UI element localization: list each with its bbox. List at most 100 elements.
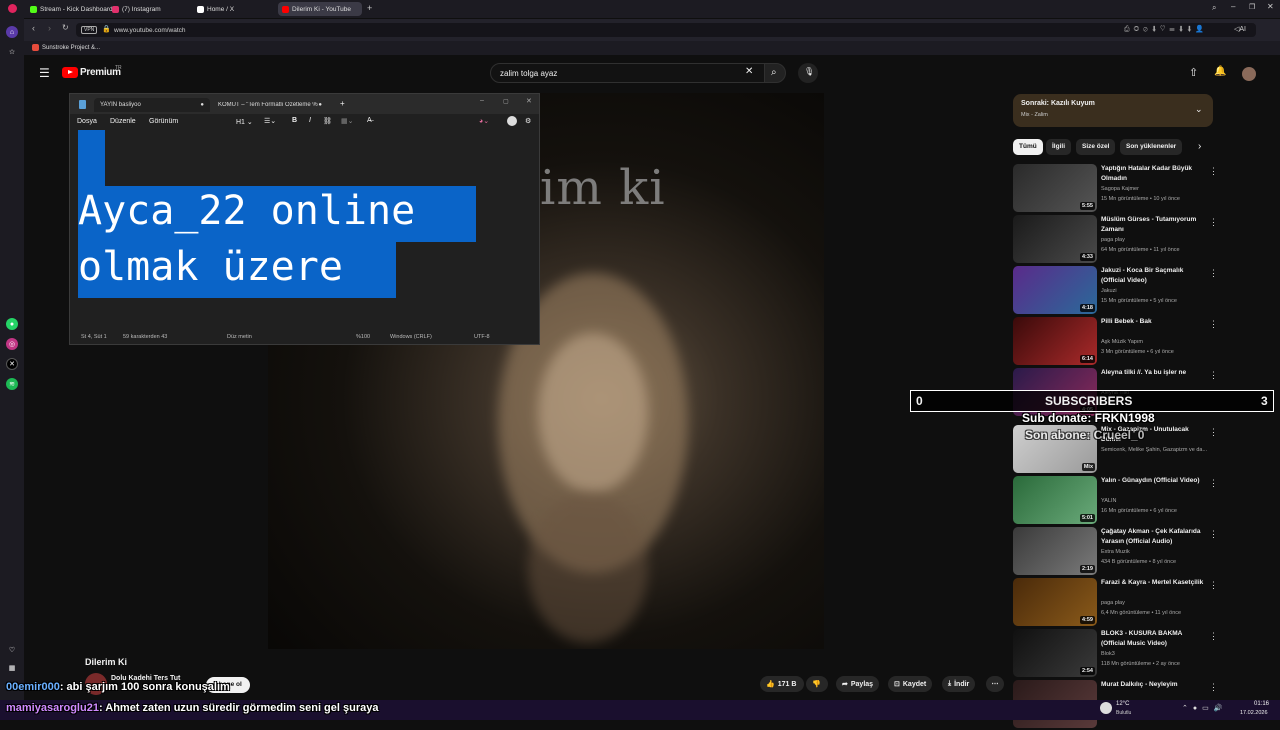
rec-item[interactable]: 5:01 Yalın - Günaydın (Official Video) YAL… bbox=[1013, 476, 1218, 526]
line-ending[interactable]: Windows (CRLF) bbox=[390, 334, 432, 340]
back-icon[interactable]: ‹ bbox=[32, 23, 35, 33]
menu-file[interactable]: Dosya bbox=[77, 118, 97, 125]
extension-icon[interactable]: ▦ bbox=[6, 662, 18, 674]
rec-title[interactable]: Murat Dalkılıç - Neyleyim bbox=[1101, 680, 1205, 690]
clear-search-icon[interactable]: ✕ bbox=[745, 66, 753, 77]
copilot-icon[interactable]: ◕⌄ bbox=[479, 117, 489, 125]
kebab-menu-icon[interactable]: ⋮ bbox=[1209, 631, 1218, 642]
kebab-menu-icon[interactable]: ⋮ bbox=[1209, 268, 1218, 279]
heading-select[interactable]: H1 ⌄ bbox=[236, 118, 253, 126]
rec-channel[interactable]: Extra Muzik bbox=[1101, 549, 1130, 555]
kebab-menu-icon[interactable]: ⋮ bbox=[1209, 217, 1218, 228]
kebab-menu-icon[interactable]: ⋮ bbox=[1209, 478, 1218, 489]
rec-title[interactable]: Farazi & Kayra - Mertel Kasetçilik bbox=[1101, 578, 1205, 588]
url-bar[interactable]: VPN 🔒 www.youtube.com/watch ⎙◎⊘⬇♡☰⬇⬇👤 ◁A… bbox=[76, 23, 1256, 37]
chip-all[interactable]: Tümü bbox=[1013, 139, 1043, 155]
dislike-button[interactable]: 👎 bbox=[806, 676, 828, 692]
close-window-icon[interactable]: ✕ bbox=[1267, 2, 1274, 11]
rec-channel[interactable]: Blok3 bbox=[1101, 651, 1115, 657]
rec-thumbnail[interactable]: 5:01 bbox=[1013, 476, 1097, 524]
share-button[interactable]: ➦ Paylaş bbox=[836, 676, 880, 692]
lock-icon[interactable]: 🔒 bbox=[102, 25, 111, 33]
rec-title[interactable]: BLOK3 - KUSURA BAKMA (Official Music Vid… bbox=[1101, 629, 1205, 648]
rec-item[interactable]: 4:18 Jakuzi - Koca Bir Saçmalık (Official… bbox=[1013, 266, 1218, 316]
kebab-menu-icon[interactable]: ⋮ bbox=[1209, 166, 1218, 177]
new-tab-icon[interactable]: + bbox=[340, 99, 345, 108]
rec-item[interactable]: 4:59 Farazi & Kayra - Mertel Kasetçilik pa… bbox=[1013, 578, 1218, 628]
rec-channel[interactable]: paga play bbox=[1101, 237, 1125, 243]
rec-channel[interactable]: Sagopa Kajmer bbox=[1101, 186, 1139, 192]
italic-icon[interactable]: I bbox=[309, 117, 311, 124]
rec-thumbnail[interactable]: 4:33 bbox=[1013, 215, 1097, 263]
tab-kick[interactable]: Stream - Kick Dashboard bbox=[26, 2, 117, 16]
rec-title[interactable]: Yalın - Günaydın (Official Video) bbox=[1101, 476, 1205, 486]
kebab-menu-icon[interactable]: ⋮ bbox=[1209, 580, 1218, 591]
home-icon[interactable]: ⌂ bbox=[6, 26, 18, 38]
kebab-menu-icon[interactable]: ⋮ bbox=[1209, 370, 1218, 381]
save-button[interactable]: ⊡ Kaydet bbox=[888, 676, 933, 692]
kebab-menu-icon[interactable]: ⋮ bbox=[1209, 682, 1218, 693]
link-icon[interactable]: ⛓ bbox=[323, 117, 332, 125]
weather-icon[interactable] bbox=[1100, 702, 1112, 714]
reload-icon[interactable]: ↻ bbox=[62, 23, 69, 32]
download-button[interactable]: ⤓ İndir bbox=[942, 676, 976, 692]
bookmark-sunstroke[interactable]: Sunstroke Project &... bbox=[32, 44, 100, 51]
text-mode[interactable]: Düz metin bbox=[227, 334, 252, 340]
chip-for-you[interactable]: Size özel bbox=[1076, 139, 1116, 155]
instagram-side-icon[interactable]: ◎ bbox=[6, 338, 18, 350]
kebab-menu-icon[interactable]: ⋮ bbox=[1209, 319, 1218, 330]
notepad-tab-active[interactable]: YAYIN basliyoo ● bbox=[94, 98, 210, 112]
rec-title[interactable]: Aleyna tilki //. Ya bu işler ne bbox=[1101, 368, 1205, 378]
chip-recent[interactable]: Son yüklenenler bbox=[1120, 139, 1183, 155]
youtube-logo-icon[interactable] bbox=[62, 67, 78, 78]
menu-view[interactable]: Görünüm bbox=[149, 118, 178, 125]
more-actions-button[interactable]: ⋯ bbox=[986, 676, 1004, 692]
rec-thumbnail[interactable]: 6:14 bbox=[1013, 317, 1097, 365]
opera-logo-icon[interactable] bbox=[8, 4, 17, 13]
x-side-icon[interactable]: ✕ bbox=[6, 358, 18, 370]
rec-channel[interactable]: Aşk Müzik Yapım bbox=[1101, 339, 1143, 345]
rec-thumbnail[interactable]: 2:19 bbox=[1013, 527, 1097, 575]
search-tabs-icon[interactable]: ⌕ bbox=[1212, 3, 1216, 13]
clear-format-icon[interactable]: A̶ bbox=[367, 117, 372, 124]
zoom-level[interactable]: %100 bbox=[356, 334, 370, 340]
notifications-icon[interactable]: 🔔 bbox=[1214, 66, 1226, 77]
search-input[interactable]: zalim tolga ayaz bbox=[490, 63, 765, 83]
notepad-window[interactable]: YAYIN basliyoo ● KOMUT – "Tem Formatlı Öz… bbox=[69, 93, 540, 345]
rec-title[interactable]: Çağatay Akman - Çek Kafalarıda Yarasın (… bbox=[1101, 527, 1205, 546]
ai-button[interactable]: ◁AI bbox=[1234, 25, 1246, 33]
rec-title[interactable]: Pilli Bebek - Bak bbox=[1101, 317, 1205, 327]
clock-date[interactable]: 17.02.2026 bbox=[1240, 710, 1268, 716]
minimize-icon[interactable]: – bbox=[1231, 2, 1235, 11]
rec-thumbnail[interactable]: 4:18 bbox=[1013, 266, 1097, 314]
rec-channel[interactable]: YALIN bbox=[1101, 498, 1117, 504]
bold-icon[interactable]: B bbox=[292, 117, 297, 124]
like-button[interactable]: 👍 171 B bbox=[760, 676, 804, 692]
list-icon[interactable]: ☰⌄ bbox=[264, 117, 276, 125]
table-icon[interactable]: ▦⌄ bbox=[341, 117, 353, 125]
tray-icons[interactable]: ⌃●▭🔊 bbox=[1182, 704, 1227, 712]
rec-item[interactable]: 2:54 BLOK3 - KUSURA BAKMA (Official Music… bbox=[1013, 629, 1218, 679]
tab-youtube[interactable]: Dilerim Ki - YouTube bbox=[278, 2, 362, 16]
weather-temp[interactable]: 12°C bbox=[1116, 701, 1129, 707]
spotify-icon[interactable]: ≋ bbox=[6, 378, 18, 390]
vpn-badge[interactable]: VPN bbox=[81, 26, 98, 34]
rec-channel[interactable]: paga play bbox=[1101, 600, 1125, 606]
clock-time[interactable]: 01:16 bbox=[1254, 701, 1269, 707]
menu-edit[interactable]: Düzenle bbox=[110, 118, 136, 125]
rec-title[interactable]: Yaptığın Hatalar Kadar Büyük Olmadın bbox=[1101, 164, 1205, 183]
chevron-down-icon[interactable]: ⌄ bbox=[1195, 104, 1203, 115]
rec-channel[interactable]: Semicenk, Melike Şahin, Gazapizm ve da..… bbox=[1101, 447, 1207, 453]
new-tab-icon[interactable]: + bbox=[367, 3, 372, 13]
rec-item[interactable]: 6:14 Pilli Bebek - Bak Aşk Müzik Yapım 3 Mn… bbox=[1013, 317, 1218, 367]
tab-x[interactable]: Home / X bbox=[193, 2, 238, 16]
rec-title[interactable]: Jakuzi - Koca Bir Saçmalık (Official Vid… bbox=[1101, 266, 1205, 285]
notepad-editor[interactable]: Ayca_22 online olmak üzere bbox=[70, 130, 539, 326]
rec-thumbnail[interactable]: 4:59 bbox=[1013, 578, 1097, 626]
maximize-icon[interactable]: ▢ bbox=[503, 98, 509, 105]
rec-item[interactable]: 5:55 Yaptığın Hatalar Kadar Büyük Olmadın… bbox=[1013, 164, 1218, 214]
whatsapp-icon[interactable]: ● bbox=[6, 318, 18, 330]
upnext-panel[interactable]: Sonraki: Kazılı Kuyum Mix - Zalim ⌄ bbox=[1013, 94, 1213, 127]
maximize-icon[interactable]: ❐ bbox=[1249, 3, 1255, 11]
heart-icon[interactable]: ♡ bbox=[6, 644, 18, 656]
